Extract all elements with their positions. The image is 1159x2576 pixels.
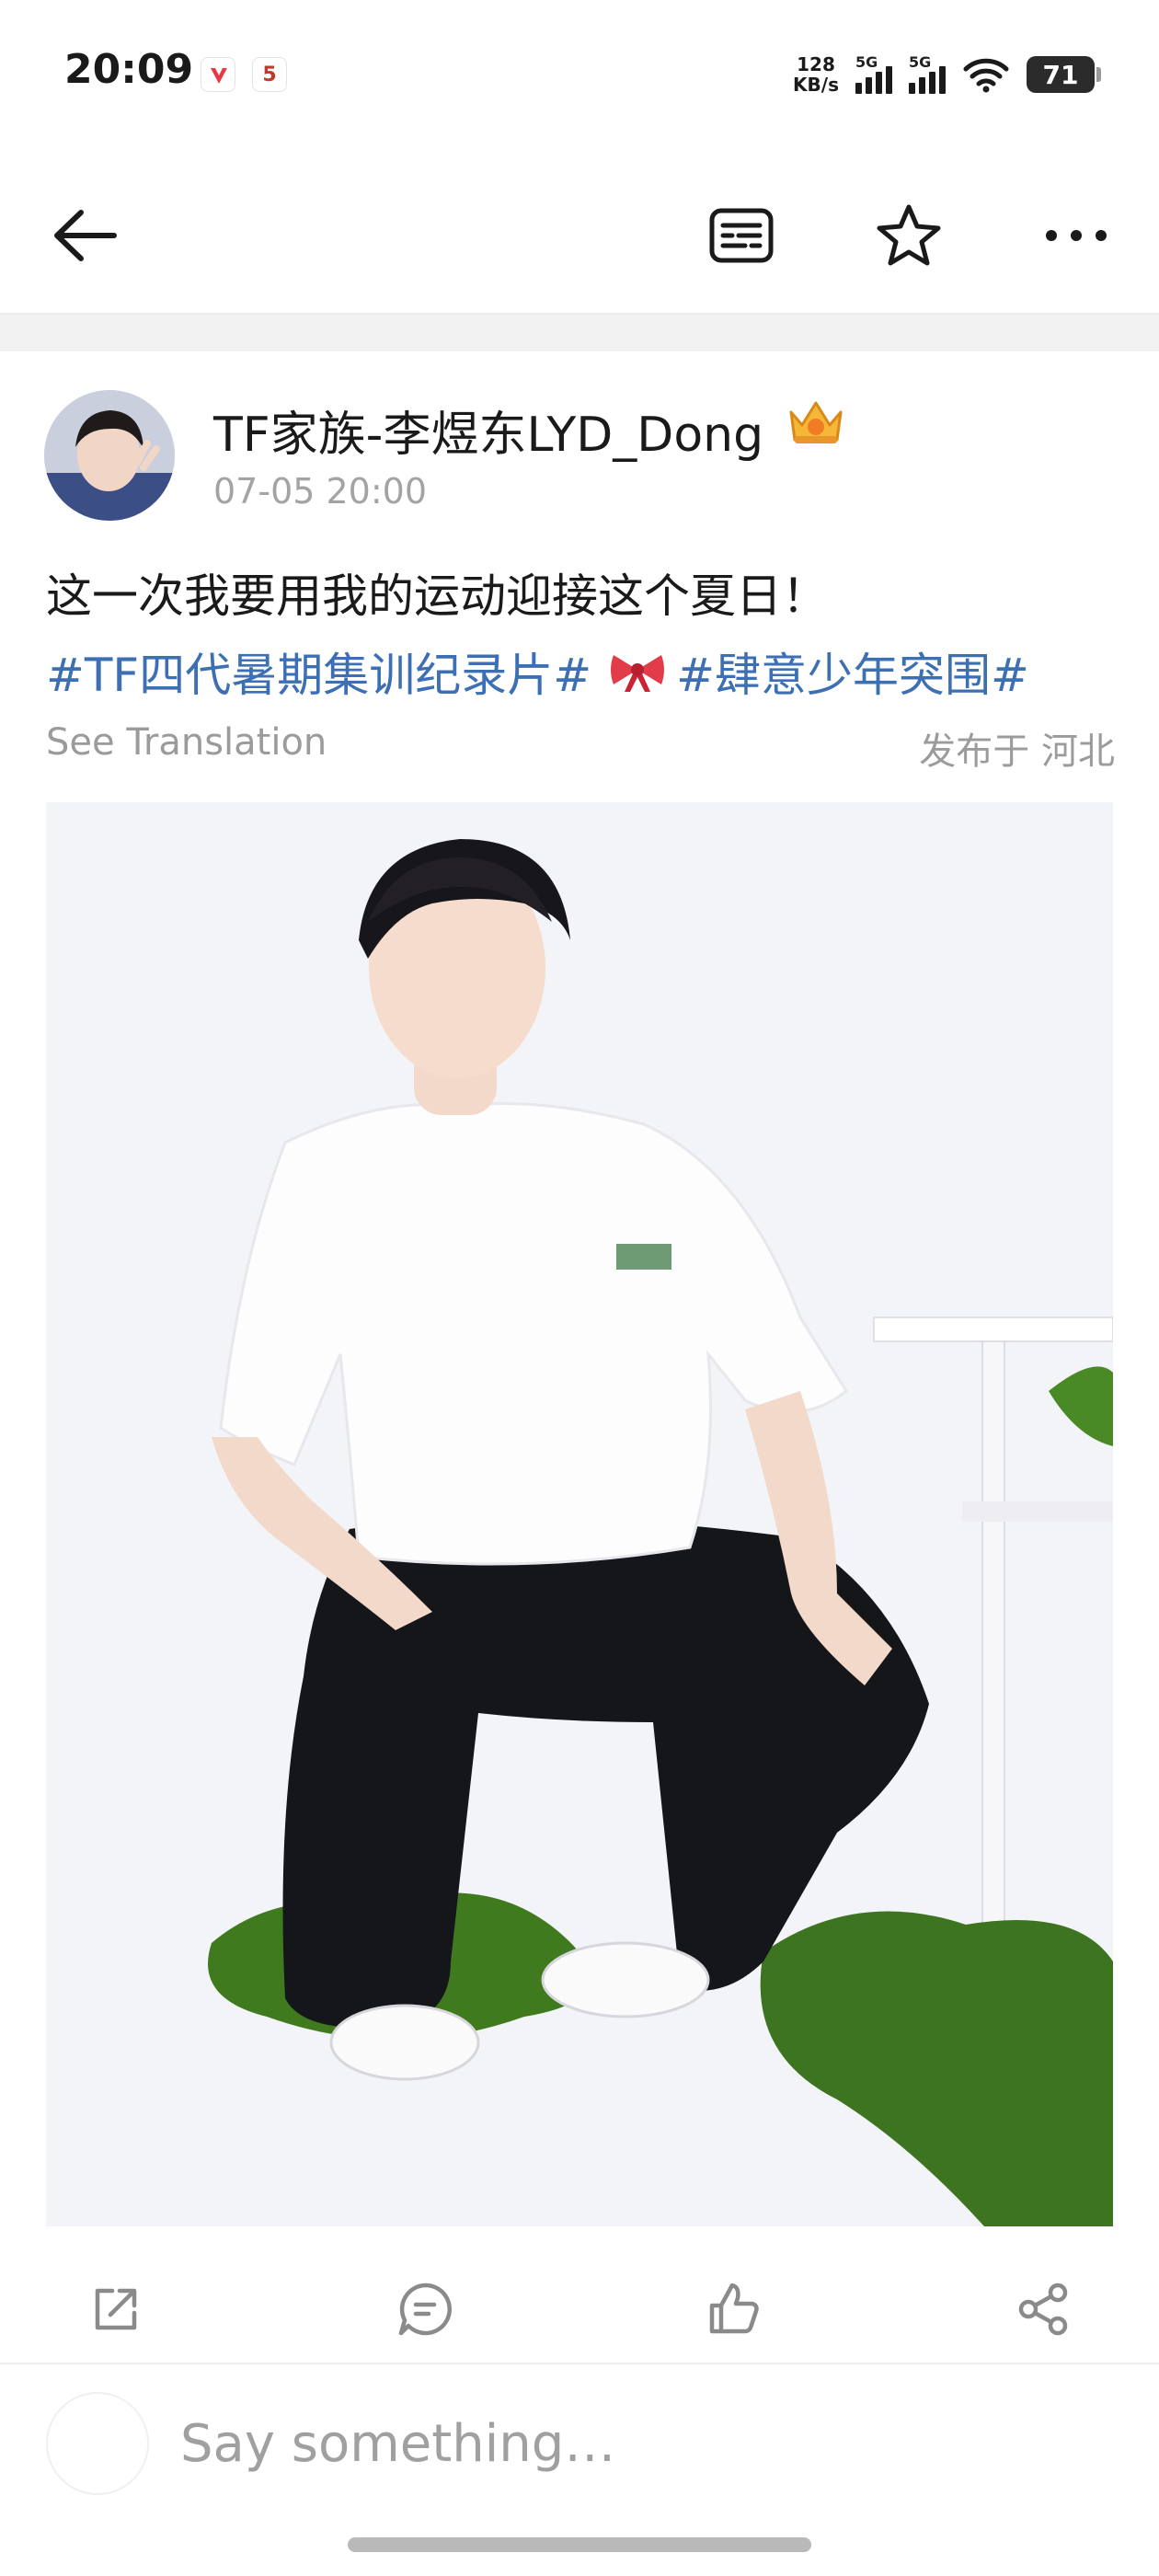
- reader-mode-button[interactable]: [695, 190, 787, 282]
- hashtag-link[interactable]: #肆意少年突围#: [676, 638, 1029, 705]
- share-icon: [1018, 2283, 1068, 2336]
- repost-icon: [95, 2288, 137, 2330]
- post-tags: #TF四代暑期集训纪录片# #肆意少年突围#: [46, 638, 1029, 705]
- comment-input[interactable]: [180, 2410, 1054, 2477]
- signal-icon-sim2: 5G: [909, 53, 946, 94]
- post-text: 这一次我要用我的运动迎接这个夏日！: [46, 569, 828, 623]
- status-bar: 20:09 5 128 KB/s 5G 5G 71: [0, 0, 1159, 147]
- back-button[interactable]: [39, 190, 131, 282]
- status-time: 20:09: [64, 46, 194, 93]
- more-button[interactable]: [1030, 190, 1122, 282]
- like-icon: [709, 2283, 759, 2334]
- top-navigation: [0, 156, 1159, 315]
- comment-icon: [398, 2283, 452, 2336]
- post-time: 07-05 20:00: [213, 471, 428, 512]
- see-translation-link[interactable]: See Translation: [46, 721, 327, 764]
- post-photo[interactable]: [46, 802, 1113, 2226]
- bow-emoji-icon: [611, 655, 665, 692]
- battery-icon: 71: [1027, 56, 1101, 93]
- arrow-left-icon: [54, 210, 117, 261]
- like-button[interactable]: [697, 2272, 771, 2346]
- network-speed: 128 KB/s: [793, 53, 839, 96]
- favorite-button[interactable]: [863, 190, 955, 282]
- reader-mode-icon: [709, 208, 774, 263]
- section-divider: [0, 315, 1159, 351]
- notification-app-icon: [201, 57, 235, 92]
- wifi-icon: [963, 58, 1009, 93]
- comment-button[interactable]: [388, 2272, 462, 2346]
- author-name[interactable]: TF家族-李煜东LYD_Dong: [213, 396, 763, 465]
- post-action-bar: [0, 2245, 1159, 2364]
- current-user-avatar: [46, 2392, 149, 2495]
- status-indicators: 128 KB/s 5G 5G 71: [793, 52, 1101, 98]
- post-location: 发布于 河北: [919, 730, 1115, 773]
- crown-icon: [784, 394, 848, 449]
- repost-button[interactable]: [79, 2272, 153, 2346]
- home-indicator[interactable]: [348, 2537, 811, 2552]
- notification-calendar-icon: 5: [252, 57, 287, 92]
- share-button[interactable]: [1006, 2272, 1080, 2346]
- star-icon: [877, 204, 941, 266]
- author-avatar[interactable]: [44, 390, 175, 521]
- signal-icon-sim1: 5G: [855, 53, 892, 94]
- hashtag-link[interactable]: #TF四代暑期集训纪录片#: [46, 638, 591, 705]
- more-dots-icon: [1046, 230, 1107, 241]
